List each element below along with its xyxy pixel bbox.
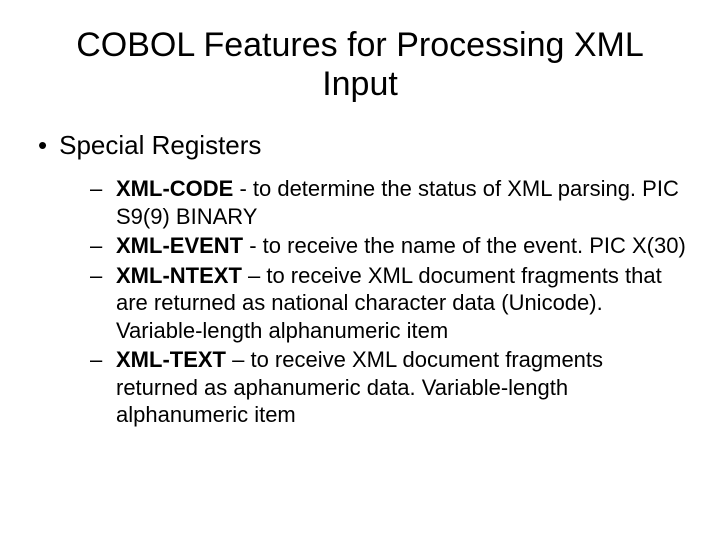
dash-icon: – (90, 232, 104, 260)
list-item-text: XML-EVENT - to receive the name of the e… (116, 232, 686, 260)
list-item: – XML-NTEXT – to receive XML document fr… (90, 262, 690, 345)
list-item-text: XML-CODE - to determine the status of XM… (116, 175, 690, 230)
bullet-icon: • (38, 132, 47, 158)
sub-bullet-list: – XML-CODE - to determine the status of … (90, 175, 690, 429)
slide-title: COBOL Features for Processing XML Input (70, 26, 650, 104)
list-item-text: XML-TEXT – to receive XML document fragm… (116, 346, 690, 429)
list-item: – XML-CODE - to determine the status of … (90, 175, 690, 230)
dash-icon: – (90, 346, 104, 374)
bullet-level1-text: Special Registers (59, 130, 261, 161)
dash-icon: – (90, 175, 104, 203)
list-item: – XML-EVENT - to receive the name of the… (90, 232, 690, 260)
list-item-text: XML-NTEXT – to receive XML document frag… (116, 262, 690, 345)
dash-icon: – (90, 262, 104, 290)
list-item: – XML-TEXT – to receive XML document fra… (90, 346, 690, 429)
bullet-level1: • Special Registers (38, 130, 690, 161)
